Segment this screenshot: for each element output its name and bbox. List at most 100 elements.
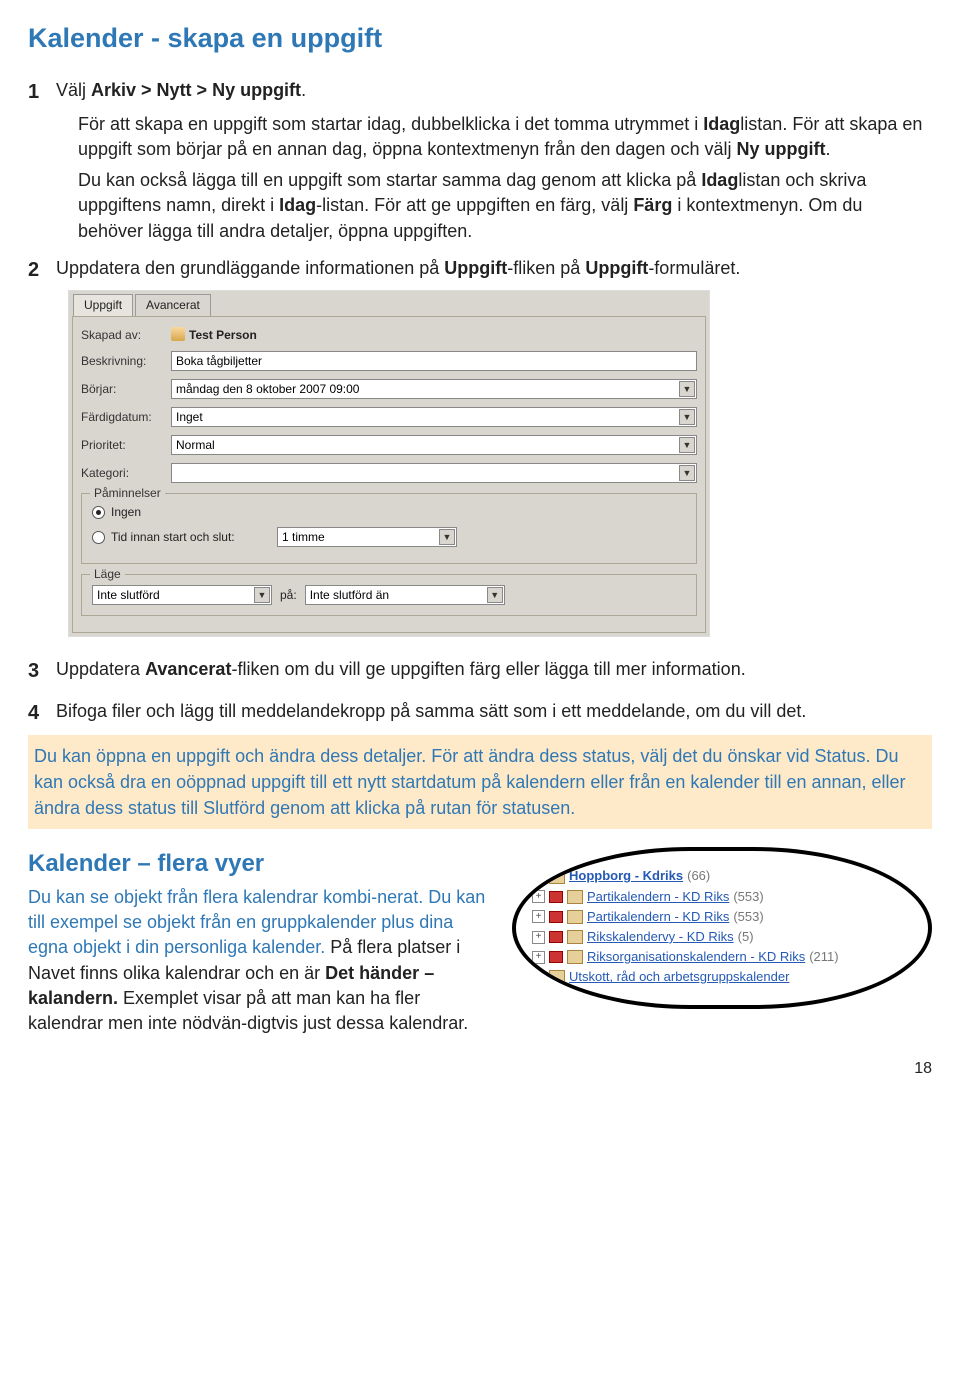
step-body: Uppdatera den grundläggande informatione… [56,256,932,281]
bold: Avancerat [145,659,231,679]
bold: Uppgift [585,258,648,278]
tab-bar: Uppgift Avancerat [69,291,709,316]
tree-row[interactable]: Utskott, råd och arbetsgruppskalender [532,968,906,986]
bold: Ny uppgift [736,139,825,159]
step-number: 2 [28,256,56,284]
page-number: 18 [28,1058,932,1080]
fieldset-paminnelser: Påminnelser Ingen Tid innan start och sl… [81,493,697,564]
calendar-icon [549,870,565,884]
step-body: Välj Arkiv > Nytt > Ny uppgift. [56,78,932,103]
input-borjar[interactable] [171,379,697,399]
text: -listan. För att ge uppgiften en färg, v… [316,195,633,215]
legend-paminnelser: Påminnelser [90,485,165,502]
person-icon [171,327,185,341]
calendar-icon [567,930,583,944]
text: Välj [56,80,91,100]
step-3: 3 Uppdatera Avancerat-fliken om du vill … [28,657,932,685]
bold: Idag [279,195,316,215]
label-tid-innan: Tid innan start och slut: [111,529,271,546]
tree-row[interactable]: + Partikalendern - KD Riks (553) [532,888,906,906]
cal-name: Partikalendern - KD Riks [587,908,729,926]
task-form-screenshot: Uppgift Avancerat Skapad av: Test Person… [68,290,710,637]
label-fardig: Färdigdatum: [81,409,171,426]
cal-name: Utskott, råd och arbetsgruppskalender [569,968,789,986]
text: För att skapa en uppgift som startar ida… [78,114,703,134]
tree-row[interactable]: + Partikalendern - KD Riks (553) [532,908,906,926]
cal-count: (553) [733,908,763,926]
text: -fliken om du vill ge uppgiften färg ell… [231,659,745,679]
text: -fliken på [507,258,585,278]
menu-path: Arkiv > Nytt > Ny uppgift [91,80,301,100]
paragraph: För att skapa en uppgift som startar ida… [78,112,932,162]
radio-tid-innan[interactable] [92,531,105,544]
tab-uppgift[interactable]: Uppgift [73,294,133,316]
bold: Färg [633,195,672,215]
cal-name: Hoppborg - Kdriks [569,867,683,885]
label-ingen: Ingen [111,504,141,521]
select-pa[interactable] [305,585,505,605]
label-pa: på: [280,587,297,604]
expand-icon[interactable]: + [532,951,545,964]
step-number: 1 [28,78,56,106]
tab-avancerat[interactable]: Avancerat [135,294,211,316]
expand-icon[interactable]: + [532,931,545,944]
cal-name: Partikalendern - KD Riks [587,888,729,906]
calendar-icon [567,910,583,924]
flag-icon [549,911,563,923]
step-1: 1 Välj Arkiv > Nytt > Ny uppgift. [28,78,932,106]
bold: Uppgift [444,258,507,278]
text: . [301,80,306,100]
paragraph: Du kan också lägga till en uppgift som s… [78,168,932,244]
flag-icon [549,891,563,903]
label-prioritet: Prioritet: [81,437,171,454]
expand-icon[interactable]: + [532,890,545,903]
text: Du kan också lägga till en uppgift som s… [78,170,701,190]
select-kategori[interactable] [171,463,697,483]
select-lage[interactable] [92,585,272,605]
step-4: 4 Bifoga filer och lägg till meddelandek… [28,699,932,727]
hint-box: Du kan öppna en uppgift och ändra dess d… [28,735,932,829]
calendar-icon [567,950,583,964]
text: Uppdatera den grundläggande informatione… [56,258,444,278]
cal-count: (553) [733,888,763,906]
input-fardig[interactable] [171,407,697,427]
flag-icon [549,931,563,943]
label-skapad: Skapad av: [81,327,171,344]
cal-name: Rikskalendervy - KD Riks [587,928,734,946]
text: . [825,139,830,159]
label-borjar: Börjar: [81,381,171,398]
fieldset-lage: Läge på: [81,574,697,616]
bold: Idag [703,114,740,134]
select-prioritet[interactable] [171,435,697,455]
text: -formuläret. [648,258,740,278]
text: Bifoga filer och lägg till meddelandekro… [56,701,806,721]
step-body: Uppdatera Avancerat-fliken om du vill ge… [56,657,932,682]
calendar-icon [549,970,565,984]
flag-icon [549,951,563,963]
section-title: Kalender – flera vyer [28,847,494,881]
step-2: 2 Uppdatera den grundläggande informatio… [28,256,932,284]
cal-count: (5) [738,928,754,946]
step-body: Bifoga filer och lägg till meddelandekro… [56,699,932,724]
tree-row[interactable]: + Riksorganisationskalendern - KD Riks (… [532,948,906,966]
select-tid-innan[interactable] [277,527,457,547]
cal-name: Riksorganisationskalendern - KD Riks [587,948,805,966]
calendar-icon [567,890,583,904]
page-title: Kalender - skapa en uppgift [28,20,932,58]
bold: Idag [701,170,738,190]
label-beskrivning: Beskrivning: [81,353,171,370]
cal-count: (211) [809,948,838,966]
step-number: 3 [28,657,56,685]
input-beskrivning[interactable] [171,351,697,371]
calendar-tree-screenshot: Hoppborg - Kdriks (66) + Partikalendern … [512,847,932,1008]
tree-row[interactable]: Hoppborg - Kdriks (66) [532,867,906,885]
step-number: 4 [28,699,56,727]
paragraph: Du kan se objekt från flera kalendrar ko… [28,885,494,1036]
text: Uppdatera [56,659,145,679]
cal-count: (66) [687,867,710,885]
tree-row[interactable]: + Rikskalendervy - KD Riks (5) [532,928,906,946]
radio-ingen[interactable] [92,506,105,519]
label-kategori: Kategori: [81,465,171,482]
expand-icon[interactable]: + [532,910,545,923]
legend-lage: Läge [90,566,125,583]
